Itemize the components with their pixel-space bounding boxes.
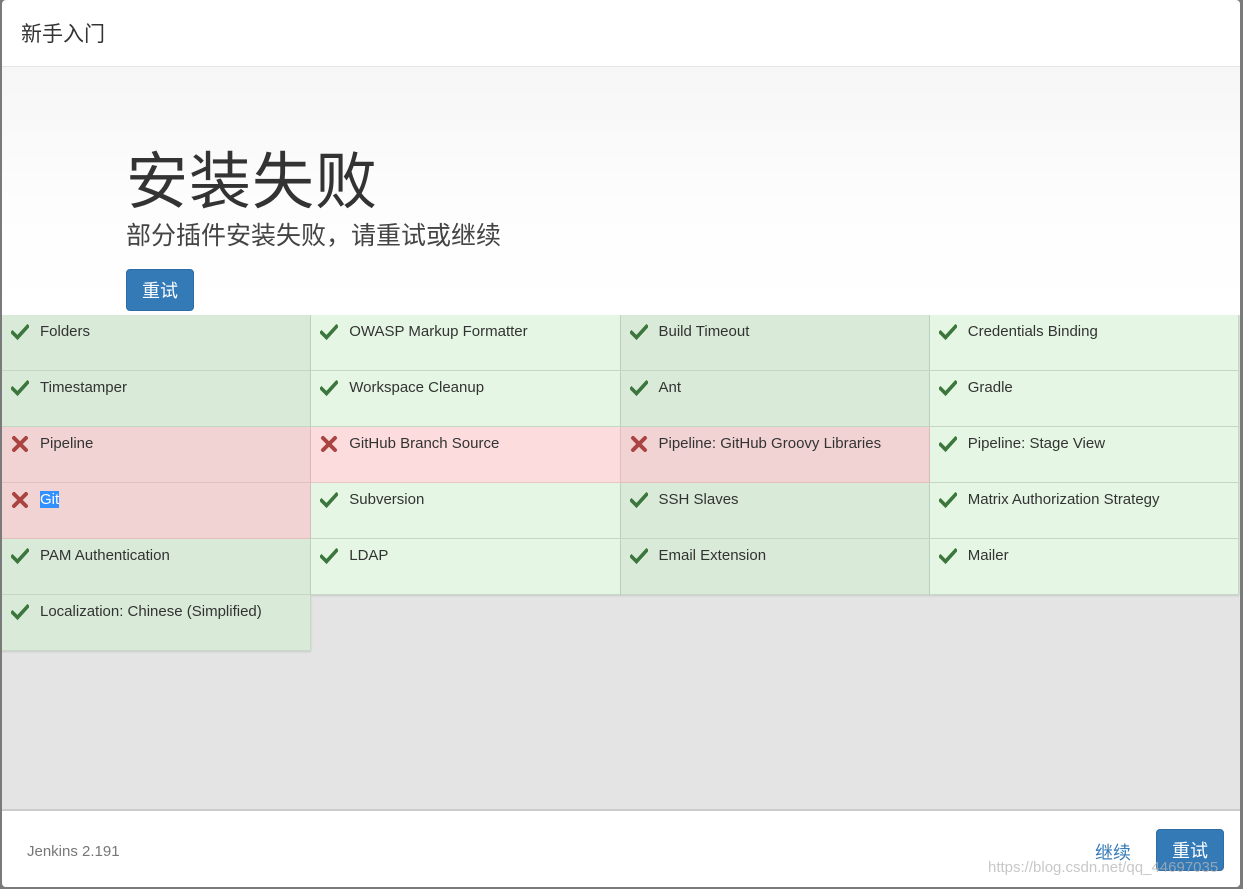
plugin-item: Gradle: [929, 371, 1239, 427]
plugin-item: Build Timeout: [620, 315, 930, 371]
check-icon: [319, 491, 340, 509]
plugin-item: Workspace Cleanup: [311, 371, 621, 427]
plugin-name: Email Extension: [658, 547, 767, 564]
plugin-name: Git: [40, 491, 60, 508]
check-icon: [319, 547, 340, 565]
plugin-name: LDAP: [349, 547, 389, 564]
page-subtitle: 部分插件安装失败，请重试或继续: [126, 222, 502, 250]
check-icon: [9, 547, 31, 565]
plugin-name: GitHub Branch Source: [349, 435, 500, 452]
plugin-item: Credentials Binding: [929, 315, 1239, 371]
plugin-name: Matrix Authorization Strategy: [967, 491, 1160, 508]
plugin-item: Pipeline: GitHub Groovy Libraries: [620, 427, 930, 483]
plugin-item: Email Extension: [620, 539, 930, 595]
plugin-status-grid: Folders OWASP Markup Formatter Build Timeo…: [2, 315, 1239, 651]
plugin-name: Pipeline: Stage View: [967, 435, 1106, 452]
plugin-name: Localization: Chinese (Simplified): [40, 603, 262, 620]
check-icon: [319, 379, 340, 397]
page-title: 安装失败: [126, 148, 379, 217]
plugin-name: Pipeline: [40, 435, 94, 452]
check-icon: [628, 379, 649, 397]
cross-icon: [630, 435, 648, 453]
check-icon: [628, 323, 649, 341]
plugin-name: Build Timeout: [658, 323, 750, 340]
cross-icon: [11, 491, 29, 509]
failure-banner: 安装失败 部分插件安装失败，请重试或继续 重试: [2, 67, 1240, 315]
plugin-item: OWASP Markup Formatter: [311, 315, 621, 371]
plugin-item: Folders: [2, 315, 312, 371]
plugin-name: Folders: [40, 323, 91, 340]
plugin-item: PAM Authentication: [2, 539, 312, 595]
retry-button[interactable]: 重试: [126, 269, 194, 311]
plugin-item: LDAP: [311, 539, 621, 595]
plugin-name: OWASP Markup Formatter: [349, 323, 528, 340]
check-icon: [937, 491, 958, 509]
cross-icon: [11, 435, 29, 453]
plugin-name: Credentials Binding: [967, 323, 1098, 340]
check-icon: [937, 323, 958, 341]
check-icon: [319, 323, 340, 341]
check-icon: [937, 379, 958, 397]
plugin-name: Timestamper: [40, 379, 127, 396]
plugin-name: Subversion: [349, 491, 425, 508]
check-icon: [628, 491, 649, 509]
plugin-item: Timestamper: [2, 371, 312, 427]
dialog-title: 新手入门: [21, 23, 105, 46]
plugin-item: Pipeline: Stage View: [929, 427, 1239, 483]
dialog-body: 安装失败 部分插件安装失败，请重试或继续 重试 Folders OWASP Mar…: [2, 67, 1240, 811]
plugin-item: Git: [2, 483, 312, 539]
plugin-name: Pipeline: GitHub Groovy Libraries: [658, 435, 882, 452]
check-icon: [9, 603, 31, 621]
plugin-item: SSH Slaves: [620, 483, 930, 539]
cross-icon: [320, 435, 338, 453]
plugin-item: Localization: Chinese (Simplified): [2, 595, 312, 651]
check-icon: [937, 435, 958, 453]
dialog-footer: Jenkins 2.191 继续 重试 https://blog.csdn.ne…: [2, 811, 1240, 887]
check-icon: [9, 323, 31, 341]
dialog-header: 新手入门: [2, 0, 1240, 67]
setup-wizard-dialog: 新手入门 安装失败 部分插件安装失败，请重试或继续 重试 Folders OWAS…: [2, 0, 1240, 887]
check-icon: [9, 379, 31, 397]
plugin-item: Ant: [620, 371, 930, 427]
plugin-item: Subversion: [311, 483, 621, 539]
check-icon: [937, 547, 958, 565]
plugin-item: Matrix Authorization Strategy: [929, 483, 1239, 539]
plugin-name: SSH Slaves: [658, 491, 739, 508]
plugin-item: GitHub Branch Source: [311, 427, 621, 483]
plugin-name: Workspace Cleanup: [349, 379, 485, 396]
plugin-item: Mailer: [929, 539, 1239, 595]
check-icon: [628, 547, 649, 565]
watermark: https://blog.csdn.net/qq_44697035: [988, 859, 1219, 876]
plugin-name: Mailer: [967, 547, 1009, 564]
plugin-name: PAM Authentication: [40, 547, 170, 564]
plugin-name: Ant: [658, 379, 682, 396]
plugin-name: Gradle: [967, 379, 1013, 396]
plugin-item: Pipeline: [2, 427, 312, 483]
version-label: Jenkins 2.191: [27, 843, 120, 860]
